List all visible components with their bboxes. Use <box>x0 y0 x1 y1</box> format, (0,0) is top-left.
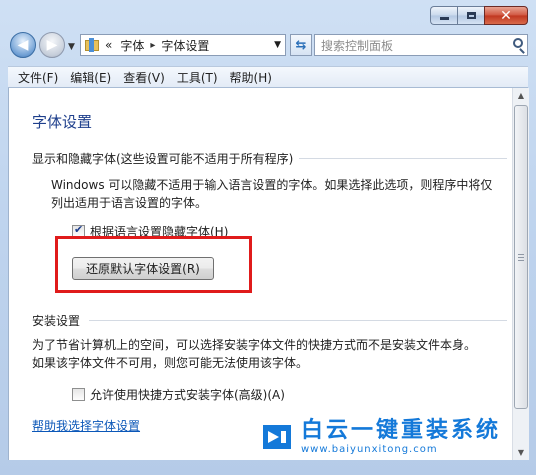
minimize-icon <box>439 17 449 20</box>
scrollbar-thumb[interactable] <box>514 105 528 409</box>
breadcrumb-overflow[interactable]: « <box>105 38 112 52</box>
breadcrumb-fonts[interactable]: 字体 <box>120 37 144 54</box>
menu-tools[interactable]: 工具(T) <box>171 69 224 86</box>
description-install: 为了节省计算机上的空间，可以选择安装字体文件的快捷方式而不是安装文件本身。 如果… <box>32 336 512 372</box>
close-button[interactable]: ✕ <box>484 6 528 25</box>
shortcut-install-checkbox[interactable] <box>72 388 85 401</box>
forward-arrow-icon: ▶ <box>46 37 58 53</box>
scroll-down-icon[interactable]: ▼ <box>516 448 526 457</box>
search-icon[interactable] <box>513 38 523 48</box>
scroll-up-icon[interactable]: ▲ <box>516 91 526 100</box>
address-bar[interactable]: « 字体 ▸ 字体设置 ▼ <box>80 34 286 56</box>
back-button[interactable]: ◀ <box>10 32 36 58</box>
search-input[interactable]: 搜索控制面板 <box>321 37 393 54</box>
back-arrow-icon: ◀ <box>17 37 29 53</box>
description-line: 列出适用于语言设置的字体。 <box>51 196 208 210</box>
section-heading-install: 安装设置 <box>32 314 81 328</box>
help-font-settings-link[interactable]: 帮助我选择字体设置 <box>32 417 140 434</box>
control-panel-folder-icon <box>85 38 101 52</box>
description-show-hide: Windows 可以隐藏不适用于输入语言设置的字体。如果选择此选项，则程序中将仅… <box>51 176 501 212</box>
close-icon: ✕ <box>500 7 512 24</box>
maximize-button[interactable] <box>457 6 484 25</box>
address-dropdown-icon[interactable]: ▼ <box>274 40 281 50</box>
description-line: Windows 可以隐藏不适用于输入语言设置的字体。如果选择此选项，则程序中将仅 <box>51 178 493 192</box>
vertical-scrollbar[interactable]: ▲ ▼ <box>512 88 529 460</box>
section-heading-show-hide: 显示和隐藏字体(这些设置可能不适用于所有程序) <box>32 152 294 166</box>
annotation-highlight-box <box>55 236 252 293</box>
watermark: 白云一键重装系统 www.baiyunxitong.com <box>259 418 501 455</box>
search-box[interactable]: 搜索控制面板 <box>314 34 528 56</box>
description-line: 如果该字体文件不可用，则您可能无法使用该字体。 <box>32 356 309 370</box>
watermark-brand: 白云一键重装系统 <box>300 418 501 443</box>
explorer-window: ✕ ◀ ▶ ▼ « 字体 ▸ 字体设置 ▼ ⇆ 搜索控制面板 文件(F) 编辑(… <box>0 0 536 475</box>
menu-file[interactable]: 文件(F) <box>12 69 64 86</box>
refresh-button[interactable]: ⇆ <box>290 34 312 56</box>
shortcut-install-checkbox-row[interactable]: 允许使用快捷方式安装字体(高级)(A) <box>72 386 285 403</box>
watermark-url: www.baiyunxitong.com <box>300 444 438 455</box>
content-pane: 字体设置 显示和隐藏字体(这些设置可能不适用于所有程序) Windows 可以隐… <box>8 88 513 460</box>
menu-bar: 文件(F) 编辑(E) 查看(V) 工具(T) 帮助(H) <box>8 66 528 88</box>
shortcut-install-checkbox-label[interactable]: 允许使用快捷方式安装字体(高级)(A) <box>90 386 285 403</box>
navigation-bar: ◀ ▶ ▼ « 字体 ▸ 字体设置 ▼ ⇆ 搜索控制面板 <box>8 32 528 60</box>
scrollbar-grip-icon <box>518 254 524 261</box>
menu-help[interactable]: 帮助(H) <box>224 69 278 86</box>
breadcrumb-font-settings[interactable]: 字体设置 <box>161 37 209 54</box>
recent-pages-dropdown[interactable]: ▼ <box>68 42 75 52</box>
minimize-button[interactable] <box>430 6 457 25</box>
menu-view[interactable]: 查看(V) <box>117 69 171 86</box>
caption-buttons: ✕ <box>430 6 528 25</box>
refresh-icon: ⇆ <box>295 37 307 53</box>
menu-edit[interactable]: 编辑(E) <box>64 69 117 86</box>
page-title: 字体设置 <box>32 113 93 131</box>
breadcrumb-separator-icon[interactable]: ▸ <box>150 40 155 51</box>
forward-button[interactable]: ▶ <box>39 32 65 58</box>
section-divider <box>89 320 507 321</box>
baiyun-logo-icon <box>262 424 291 449</box>
maximize-icon <box>466 12 476 19</box>
section-divider <box>299 158 507 159</box>
description-line: 为了节省计算机上的空间，可以选择安装字体文件的快捷方式而不是安装文件本身。 <box>32 338 477 352</box>
